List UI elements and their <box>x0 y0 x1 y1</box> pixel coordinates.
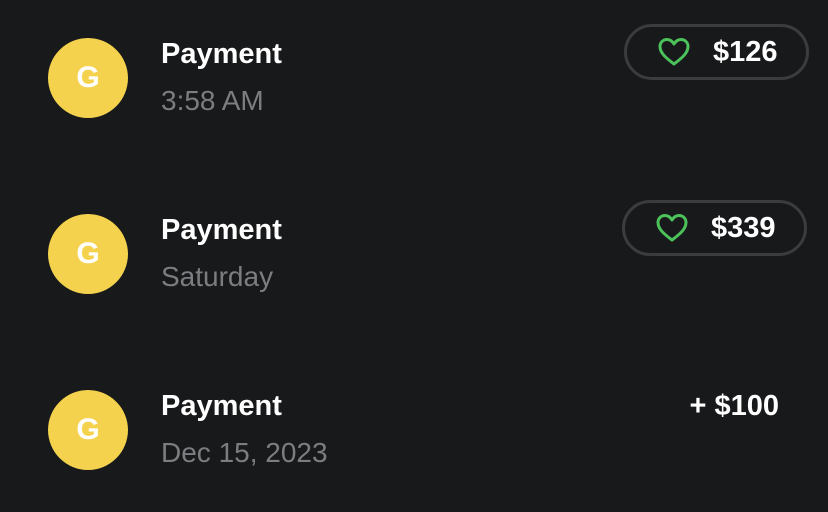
avatar: G <box>48 214 128 294</box>
amount-label: $126 <box>713 35 778 68</box>
transaction-title: Payment <box>161 214 282 246</box>
transaction-time: Dec 15, 2023 <box>161 437 328 468</box>
transaction-title: Payment <box>161 38 282 70</box>
transaction-row[interactable]: G Payment Saturday $339 <box>0 176 828 296</box>
avatar: G <box>48 390 128 470</box>
amount-pill[interactable]: $126 <box>624 24 809 80</box>
amount-pill[interactable]: $339 <box>622 200 807 256</box>
transaction-title: Payment <box>161 390 282 422</box>
heart-outline-icon[interactable] <box>655 213 689 243</box>
amount-label: + $100 <box>689 390 779 422</box>
transaction-list: G Payment 3:58 AM $126 G Payment Saturda… <box>0 0 828 512</box>
transaction-row[interactable]: G Payment 3:58 AM $126 <box>0 0 828 120</box>
avatar: G <box>48 38 128 118</box>
amount-label: $339 <box>711 211 776 244</box>
heart-outline-icon[interactable] <box>657 37 691 67</box>
transaction-row[interactable]: G Payment Dec 15, 2023 + $100 <box>0 352 828 472</box>
transaction-time: Saturday <box>161 261 274 292</box>
transaction-time: 3:58 AM <box>161 85 264 116</box>
